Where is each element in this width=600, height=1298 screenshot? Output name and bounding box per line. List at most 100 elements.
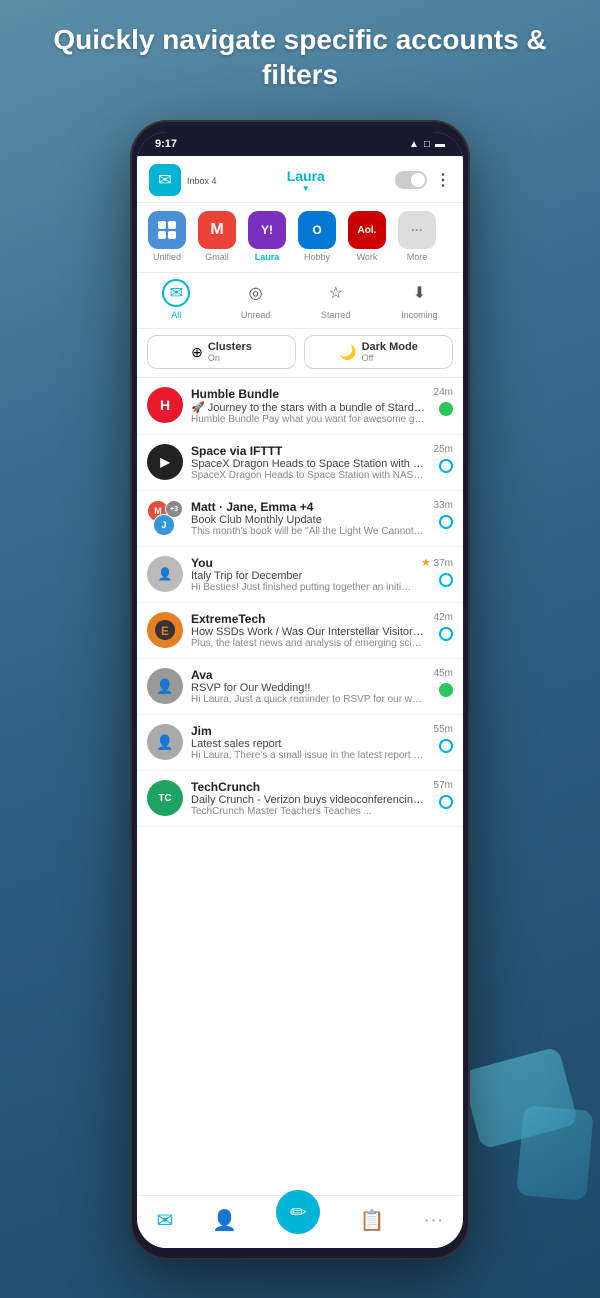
email-list: H Humble Bundle 🚀 Journey to the stars w… — [137, 378, 463, 1195]
email-sender: Ava — [191, 668, 426, 682]
yahoo-icon: Y! — [248, 211, 286, 249]
email-preview: Hi Besties! Just finished putting togeth… — [191, 582, 413, 593]
filter-incoming-label: Incoming — [401, 310, 438, 320]
inbox-icon[interactable]: ✉ — [149, 164, 181, 196]
email-sender: ExtremeTech — [191, 612, 426, 626]
outlook-icon: O — [298, 211, 336, 249]
email-time: 57m — [434, 780, 453, 791]
tab-gmail[interactable]: M Gmail — [195, 211, 239, 262]
avatar: TC — [147, 780, 183, 816]
email-sender: Jim — [191, 724, 426, 738]
email-sender: TechCrunch — [191, 780, 426, 794]
avatar: 👤 — [147, 556, 183, 592]
email-body: Ava RSVP for Our Wedding!! Hi Laura, Jus… — [191, 668, 426, 705]
filter-all-icon: ✉ — [162, 279, 190, 307]
email-item[interactable]: M J +3 Matt · Jane, Emma +4 Book Club Mo… — [137, 491, 463, 547]
email-subject: RSVP for Our Wedding!! — [191, 682, 426, 694]
top-bar-left: ✉ Inbox 4 — [149, 164, 217, 196]
email-meta: 55m — [434, 724, 453, 753]
tab-laura[interactable]: Y! Laura — [245, 211, 289, 262]
email-body: You Italy Trip for December Hi Besties! … — [191, 556, 413, 593]
app-content: ✉ Inbox 4 Laura ▼ ⋮ — [137, 156, 463, 1248]
email-body: Jim Latest sales report Hi Laura, There'… — [191, 724, 426, 761]
clusters-button[interactable]: ⊕ Clusters On — [147, 335, 296, 369]
tab-more-label: More — [407, 252, 428, 262]
email-body: TechCrunch Daily Crunch - Verizon buys v… — [191, 780, 426, 817]
filter-starred[interactable]: ☆ Starred — [321, 279, 351, 320]
email-sender: Space via IFTTT — [191, 444, 426, 458]
menu-dots-icon[interactable]: ⋮ — [435, 170, 451, 190]
email-preview: TechCrunch Master Teachers Teaches ... — [191, 806, 426, 817]
tab-hobby-label: Hobby — [304, 252, 330, 262]
nav-compose[interactable]: ✏ — [276, 1190, 320, 1234]
darkmode-title: Dark Mode — [362, 341, 418, 353]
avatar: E — [147, 612, 183, 648]
unified-icon — [148, 211, 186, 249]
phone-screen: 9:17 ▲ □ ▬ ✉ Inbox 4 Laura ▼ — [137, 132, 463, 1248]
avatar: 👤 — [147, 668, 183, 704]
nav-tasks[interactable]: 📋 — [359, 1208, 384, 1233]
tab-work[interactable]: Aol. Work — [345, 211, 389, 262]
email-body: Humble Bundle 🚀 Journey to the stars wit… — [191, 387, 426, 425]
unread-dot — [439, 627, 453, 641]
filter-incoming[interactable]: ⬇ Incoming — [401, 279, 438, 320]
email-preview: Hi Laura, There's a small issue in the l… — [191, 750, 426, 761]
top-bar-right: ⋮ — [395, 170, 451, 190]
email-subject: SpaceX Dragon Heads to Space Station wit… — [191, 458, 426, 470]
clusters-title: Clusters — [208, 341, 252, 353]
email-item[interactable]: 👤 Jim Latest sales report Hi Laura, Ther… — [137, 715, 463, 771]
unread-dot — [439, 402, 453, 416]
email-meta: 42m — [434, 612, 453, 641]
tab-work-label: Work — [357, 252, 378, 262]
email-item[interactable]: ▶ Space via IFTTT SpaceX Dragon Heads to… — [137, 435, 463, 491]
account-switcher[interactable]: Laura ▼ — [287, 168, 325, 193]
tab-hobby[interactable]: O Hobby — [295, 211, 339, 262]
darkmode-text: Dark Mode Off — [362, 341, 418, 363]
email-meta: 25m — [434, 444, 453, 473]
email-body: ExtremeTech How SSDs Work / Was Our Inte… — [191, 612, 426, 649]
email-item[interactable]: E ExtremeTech How SSDs Work / Was Our In… — [137, 603, 463, 659]
darkmode-button[interactable]: 🌙 Dark Mode Off — [304, 335, 453, 369]
toggle-button[interactable] — [395, 171, 427, 189]
nav-inbox[interactable]: ✉ — [157, 1208, 174, 1233]
filter-unread-icon: ◎ — [242, 279, 270, 307]
star-icon: ★ — [421, 557, 431, 569]
page-headline: Quickly navigate specific accounts & fil… — [0, 0, 600, 110]
account-name: Laura — [287, 168, 325, 184]
nav-contacts[interactable]: 👤 — [212, 1208, 237, 1233]
tab-unified-label: Unified — [153, 252, 181, 262]
email-meta: ★ 37m — [421, 556, 453, 587]
status-bar: 9:17 ▲ □ ▬ — [137, 132, 463, 156]
clusters-text: Clusters On — [208, 341, 252, 363]
bottom-nav: ✉ 👤 ✏ 📋 ··· — [137, 1195, 463, 1248]
tab-more[interactable]: ··· More — [395, 211, 439, 262]
darkmode-subtitle: Off — [362, 353, 418, 363]
nav-more[interactable]: ··· — [423, 1209, 443, 1232]
account-tabs: Unified M Gmail Y! Laura O Hobby — [137, 203, 463, 273]
darkmode-icon: 🌙 — [339, 344, 356, 361]
email-meta: 45m — [434, 668, 453, 697]
filter-unread[interactable]: ◎ Unread — [241, 279, 271, 320]
email-subject: How SSDs Work / Was Our Interstellar Vis… — [191, 626, 426, 638]
more-icon: ··· — [398, 211, 436, 249]
email-item[interactable]: TC TechCrunch Daily Crunch - Verizon buy… — [137, 771, 463, 827]
email-item[interactable]: H Humble Bundle 🚀 Journey to the stars w… — [137, 378, 463, 435]
filter-row: ✉ All ◎ Unread ☆ Starred ⬇ Incoming — [137, 273, 463, 329]
wifi-icon: ▲ — [409, 139, 419, 150]
tab-unified[interactable]: Unified — [145, 211, 189, 262]
email-time: 42m — [434, 612, 453, 623]
chevron-down-icon: ▼ — [302, 184, 310, 193]
avatar: H — [147, 387, 183, 423]
filter-all[interactable]: ✉ All — [162, 279, 190, 320]
avatar: 👤 — [147, 724, 183, 760]
unread-dot — [439, 683, 453, 697]
tab-gmail-label: Gmail — [205, 252, 229, 262]
email-item[interactable]: 👤 Ava RSVP for Our Wedding!! Hi Laura, J… — [137, 659, 463, 715]
email-preview: This month's book will be "All the Light… — [191, 526, 426, 537]
inbox-badge: Inbox 4 — [187, 176, 217, 186]
email-item[interactable]: 👤 You Italy Trip for December Hi Besties… — [137, 547, 463, 603]
email-subject: 🚀 Journey to the stars with a bundle of … — [191, 401, 426, 414]
email-subject: Book Club Monthly Update — [191, 514, 426, 526]
phone-frame: 9:17 ▲ □ ▬ ✉ Inbox 4 Laura ▼ — [130, 120, 470, 1260]
unread-dot — [439, 795, 453, 809]
